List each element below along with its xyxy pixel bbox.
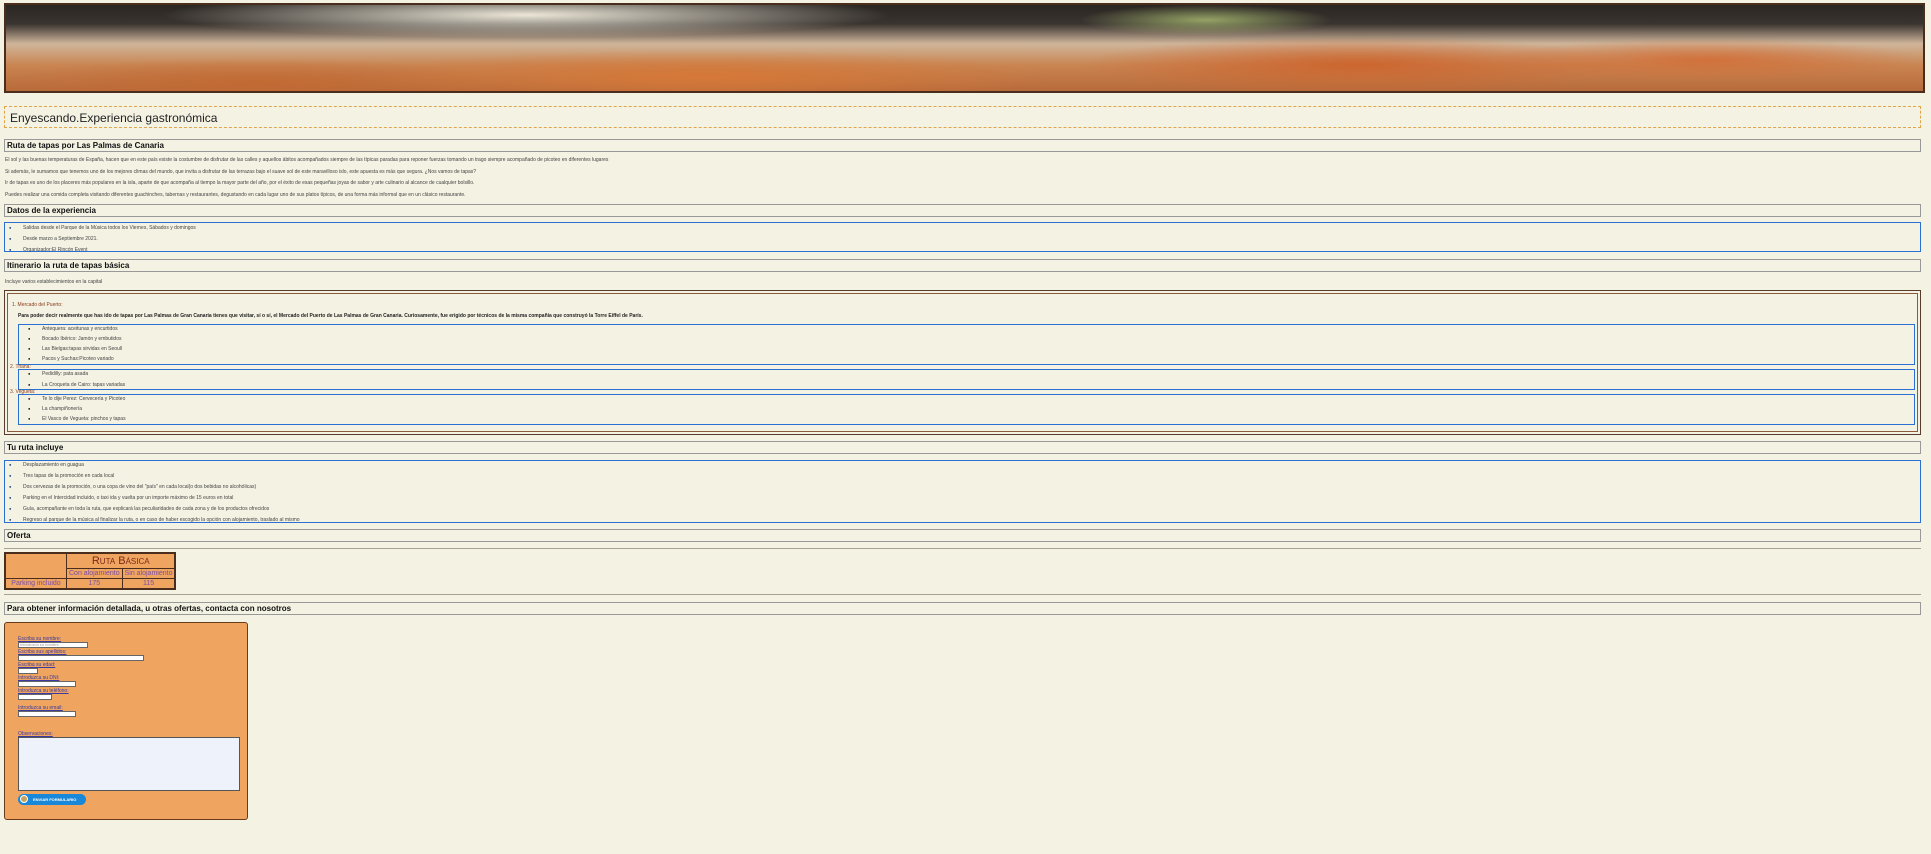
stop-list-triana: Pedidilly: pata asada La Croqueta de Cai…	[18, 369, 1915, 390]
name-input[interactable]: Introduzca su nombre	[18, 642, 88, 648]
section-heading-oferta: Oferta	[4, 529, 1921, 542]
send-icon	[20, 795, 28, 803]
list-item: Desde marzo a Septiembre 2021.	[9, 236, 98, 242]
section-heading-datos: Datos de la experiencia	[4, 204, 1921, 217]
itinerary-box: 1. Mercado del Puerto: Para poder decir …	[4, 290, 1921, 435]
list-item: Regreso al parque de la música al finali…	[9, 517, 300, 523]
submit-button-label: ENVIAR FORMULARIO	[33, 797, 77, 802]
incluye-list: Desplazamiento en guagua Tres tapas de l…	[4, 460, 1921, 523]
header-banner-image	[4, 3, 1925, 93]
section-heading-itinerario: Itinerario la ruta de tapas básica	[4, 259, 1921, 272]
list-item: Antequera: aceitunas y encurtidos	[28, 326, 118, 332]
submit-button[interactable]: ENVIAR FORMULARIO	[18, 794, 86, 805]
itinerary-inner: 1. Mercado del Puerto: Para poder decir …	[7, 293, 1918, 432]
contact-form: Escriba su nombre: Introduzca su nombre …	[4, 622, 248, 820]
list-item: La Croqueta de Cairo: tapas variadas	[28, 382, 125, 388]
list-item: Salidas desde el Parque de la Música tod…	[9, 225, 196, 231]
list-item: La champiñonería	[28, 406, 82, 412]
stop-label-mercado: 1. Mercado del Puerto:	[12, 302, 63, 308]
surname-input[interactable]	[18, 655, 144, 661]
offer-price: 115	[121, 578, 176, 590]
offer-column-header: Sin alojamiento	[121, 568, 176, 579]
site-title: Enyescando.Experiencia gastronómica	[4, 106, 1921, 128]
list-item: Pedidilly: pata asada	[28, 371, 88, 377]
stop-list-mercado: Antequera: aceitunas y encurtidos Bocado…	[18, 324, 1915, 365]
offer-row-label: Parking incluido	[4, 578, 67, 590]
paragraph: Si además, le sumamos que tenemos uno de…	[5, 169, 477, 175]
offer-table: Ruta Básica Con alojamiento Sin alojamie…	[4, 552, 177, 590]
datos-list: Salidas desde el Parque de la Música tod…	[4, 222, 1921, 253]
list-item: Desplazamiento en guagua	[9, 462, 84, 468]
list-item: Pacos y Suchas:Picoteo variado	[28, 356, 114, 362]
divider	[4, 548, 1921, 549]
paragraph: Ir de tapas es uno de los placeres más p…	[5, 180, 475, 186]
offer-price: 175	[66, 578, 123, 590]
section-heading-ruta: Ruta de tapas por Las Palmas de Canaria	[4, 139, 1921, 152]
offer-column-header: Con alojamiento	[66, 568, 123, 579]
phone-input[interactable]	[18, 694, 52, 700]
stop-list-vegueta: Te lo dije Perez: Cervecería y Picoteo L…	[18, 394, 1915, 425]
dni-input[interactable]	[18, 681, 76, 687]
list-item: Bocado Ibérico: Jamón y embutidos	[28, 336, 121, 342]
list-item: Organizador:El Rincón Event	[9, 247, 88, 253]
list-item: Tres tapas de la promoción en cada local	[9, 473, 114, 479]
offer-table-title: Ruta Básica	[66, 552, 176, 569]
section-heading-incluye: Tu ruta incluye	[4, 441, 1921, 454]
paragraph: Puedes realizar una comida completa visi…	[5, 192, 466, 198]
age-input[interactable]	[18, 668, 38, 674]
section-heading-contacto: Para obtener información detallada, u ot…	[4, 602, 1921, 615]
list-item: Parking en el Intercidad incluido, o tax…	[9, 495, 233, 501]
list-item: Las Bielgas:tapas sirvidas en Seoull	[28, 346, 122, 352]
list-item: Guía, acompañante en toda la ruta, que e…	[9, 506, 269, 512]
itinerario-intro: Incluye varios establecimientos en la ca…	[5, 279, 103, 285]
paragraph: El sol y las buenas temperaturas de Espa…	[5, 157, 609, 163]
list-item: Te lo dije Perez: Cervecería y Picoteo	[28, 396, 125, 402]
list-item: El Vasco de Vegueta: pinchos y tapas	[28, 416, 126, 422]
list-item: Dos cervezas de la promoción, o una copa…	[9, 484, 256, 490]
observations-textarea[interactable]	[18, 737, 240, 791]
offer-table-corner	[4, 552, 67, 579]
divider	[4, 594, 1921, 595]
email-input[interactable]	[18, 711, 76, 717]
stop-description: Para poder decir realmente que has ido d…	[18, 313, 643, 319]
